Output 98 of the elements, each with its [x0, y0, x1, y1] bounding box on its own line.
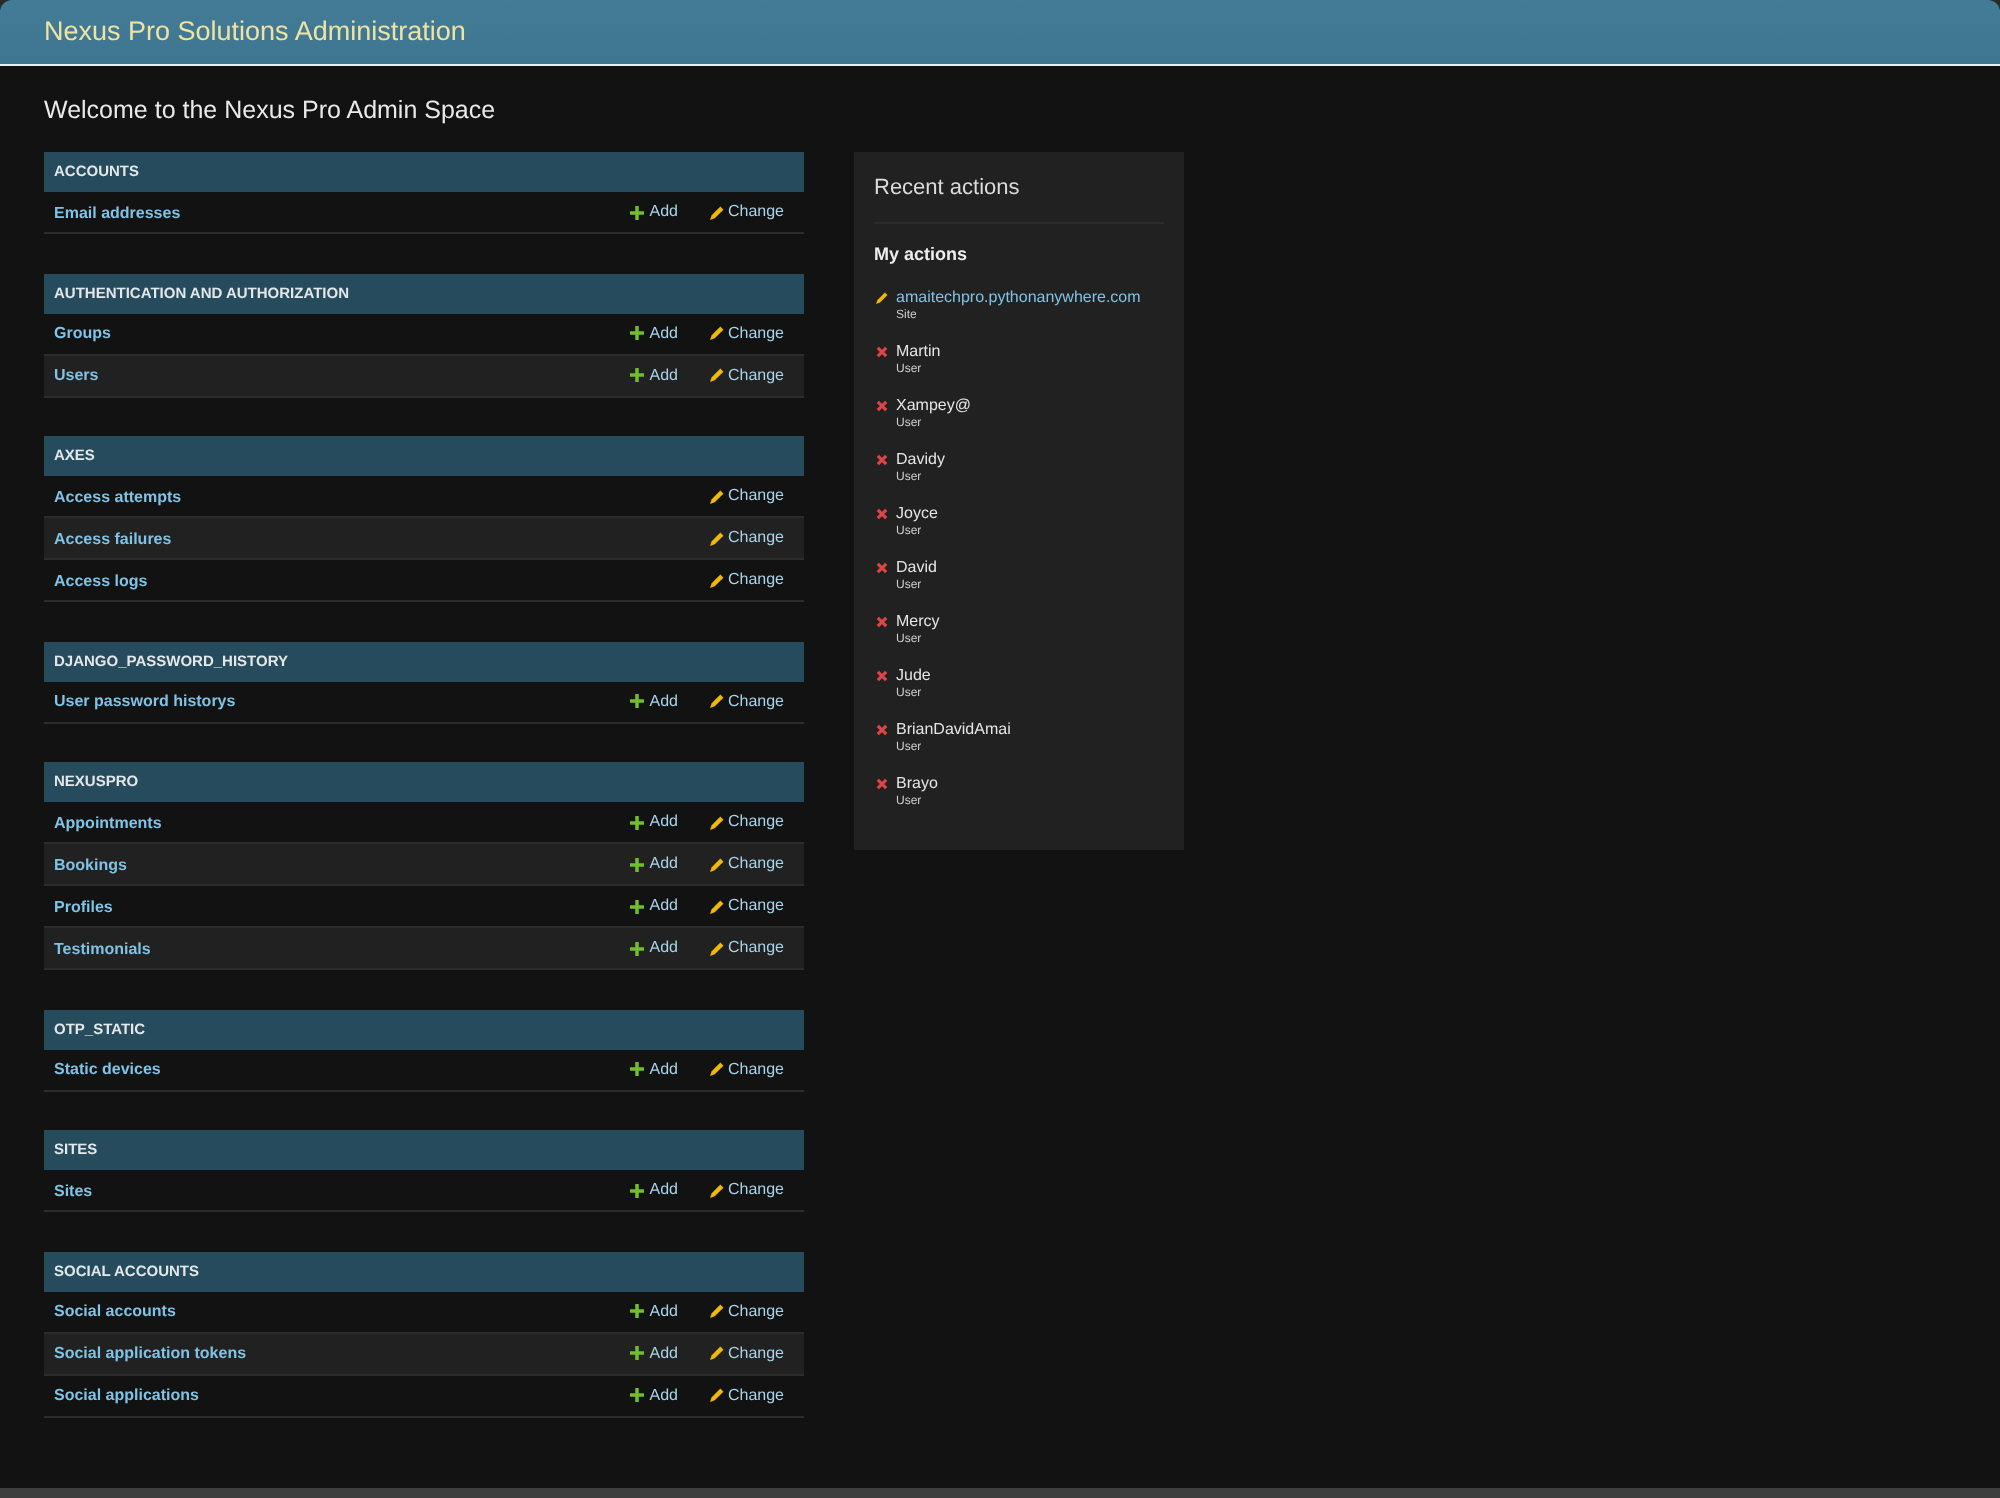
object-name: Brayo	[896, 774, 940, 794]
delete-cross-icon	[876, 346, 888, 358]
plus-icon	[629, 1388, 644, 1402]
model-link[interactable]: Social applications	[54, 1386, 598, 1404]
change-link[interactable]: Change	[709, 691, 784, 711]
change-link[interactable]: Change	[709, 365, 784, 385]
change-link[interactable]: Change	[709, 528, 784, 548]
pencil-icon	[709, 941, 724, 955]
model-link[interactable]: Access failures	[54, 529, 646, 547]
add-link[interactable]: Add	[629, 1301, 678, 1321]
plus-icon	[629, 1062, 644, 1076]
change-link[interactable]: Change	[709, 1343, 784, 1363]
pencil-icon	[709, 1304, 724, 1318]
add-link[interactable]: Add	[629, 323, 678, 343]
model-link[interactable]: Social accounts	[54, 1302, 598, 1320]
model-link[interactable]: Profiles	[54, 897, 598, 915]
pencil-icon	[709, 694, 724, 708]
pencil-icon	[709, 531, 724, 545]
pencil-icon	[709, 1062, 724, 1076]
model-link[interactable]: User password historys	[54, 692, 598, 710]
add-link[interactable]: Add	[629, 1180, 678, 1200]
delete-cross-icon	[876, 670, 888, 682]
model-link[interactable]: Sites	[54, 1181, 598, 1199]
change-link[interactable]: Change	[709, 896, 784, 916]
object-name: Mercy	[896, 612, 942, 632]
object-name: Davidy	[896, 450, 947, 470]
change-link[interactable]: Change	[709, 202, 784, 222]
section-heading: My actions	[874, 244, 970, 264]
pencil-icon	[709, 1183, 724, 1197]
change-link[interactable]: Change	[709, 854, 784, 874]
change-link[interactable]: Change	[709, 812, 784, 832]
change-link[interactable]: Change	[709, 1385, 784, 1405]
object-name: David	[896, 558, 939, 578]
pencil-icon	[709, 857, 724, 871]
object-name: Joyce	[896, 504, 940, 524]
model-link[interactable]: Access logs	[54, 571, 646, 589]
add-link[interactable]: Add	[629, 896, 678, 916]
plus-icon	[629, 368, 644, 382]
pencil-icon	[709, 326, 724, 340]
add-link[interactable]: Add	[629, 854, 678, 874]
pencil-icon	[709, 205, 724, 219]
plus-icon	[629, 694, 644, 708]
change-link[interactable]: Change	[709, 1180, 784, 1200]
change-link[interactable]: Change	[709, 1059, 784, 1079]
pencil-icon	[709, 1388, 724, 1402]
plus-icon	[629, 1183, 644, 1197]
site-title[interactable]: Nexus Pro Solutions Administration	[44, 14, 466, 50]
object-link[interactable]: amaitechpro.pythonanywhere.com	[896, 288, 1164, 308]
delete-cross-icon	[876, 508, 888, 520]
model-link[interactable]: Groups	[54, 324, 598, 342]
delete-cross-icon	[876, 454, 888, 466]
plus-icon	[629, 205, 644, 219]
model-link[interactable]: Testimonials	[54, 939, 598, 957]
pencil-icon	[709, 1346, 724, 1360]
delete-cross-icon	[876, 562, 888, 574]
add-link[interactable]: Add	[629, 202, 678, 222]
delete-cross-icon	[876, 616, 888, 628]
plus-icon	[629, 899, 644, 913]
model-link[interactable]: Access attempts	[54, 487, 646, 505]
model-link[interactable]: Social application tokens	[54, 1344, 598, 1362]
object-name: Jude	[896, 666, 933, 686]
pencil-icon	[709, 489, 724, 503]
plus-icon	[629, 1304, 644, 1318]
model-link[interactable]: Email addresses	[54, 203, 598, 221]
plus-icon	[629, 1346, 644, 1360]
add-link[interactable]: Add	[629, 812, 678, 832]
plus-icon	[629, 941, 644, 955]
model-link[interactable]: Users	[54, 366, 598, 384]
change-link[interactable]: Change	[709, 486, 784, 506]
add-link[interactable]: Add	[629, 365, 678, 385]
plus-icon	[629, 857, 644, 871]
panel-heading: Recent actions	[874, 174, 1164, 224]
add-link[interactable]: Add	[629, 691, 678, 711]
add-link[interactable]: Add	[629, 938, 678, 958]
object-name: Martin	[896, 342, 943, 362]
model-link[interactable]: Static devices	[54, 1060, 598, 1078]
change-link[interactable]: Change	[709, 323, 784, 343]
object-name: BrianDavidAmai	[896, 720, 1013, 740]
pencil-icon	[709, 368, 724, 382]
change-link[interactable]: Change	[709, 938, 784, 958]
object-name: Xampey@	[896, 396, 973, 416]
change-link[interactable]: Change	[709, 570, 784, 590]
pencil-icon	[709, 573, 724, 587]
pencil-icon	[876, 292, 888, 304]
change-link[interactable]: Change	[709, 1301, 784, 1321]
plus-icon	[629, 815, 644, 829]
delete-cross-icon	[876, 778, 888, 790]
delete-cross-icon	[876, 400, 888, 412]
welcome-heading: Welcome to the Nexus Pro Admin Space	[44, 94, 498, 128]
plus-icon	[629, 326, 644, 340]
add-link[interactable]: Add	[629, 1385, 678, 1405]
add-link[interactable]: Add	[629, 1059, 678, 1079]
delete-cross-icon	[876, 724, 888, 736]
model-link[interactable]: Appointments	[54, 813, 598, 831]
pencil-icon	[709, 899, 724, 913]
model-link[interactable]: Bookings	[54, 855, 598, 873]
pencil-icon	[709, 815, 724, 829]
add-link[interactable]: Add	[629, 1343, 678, 1363]
